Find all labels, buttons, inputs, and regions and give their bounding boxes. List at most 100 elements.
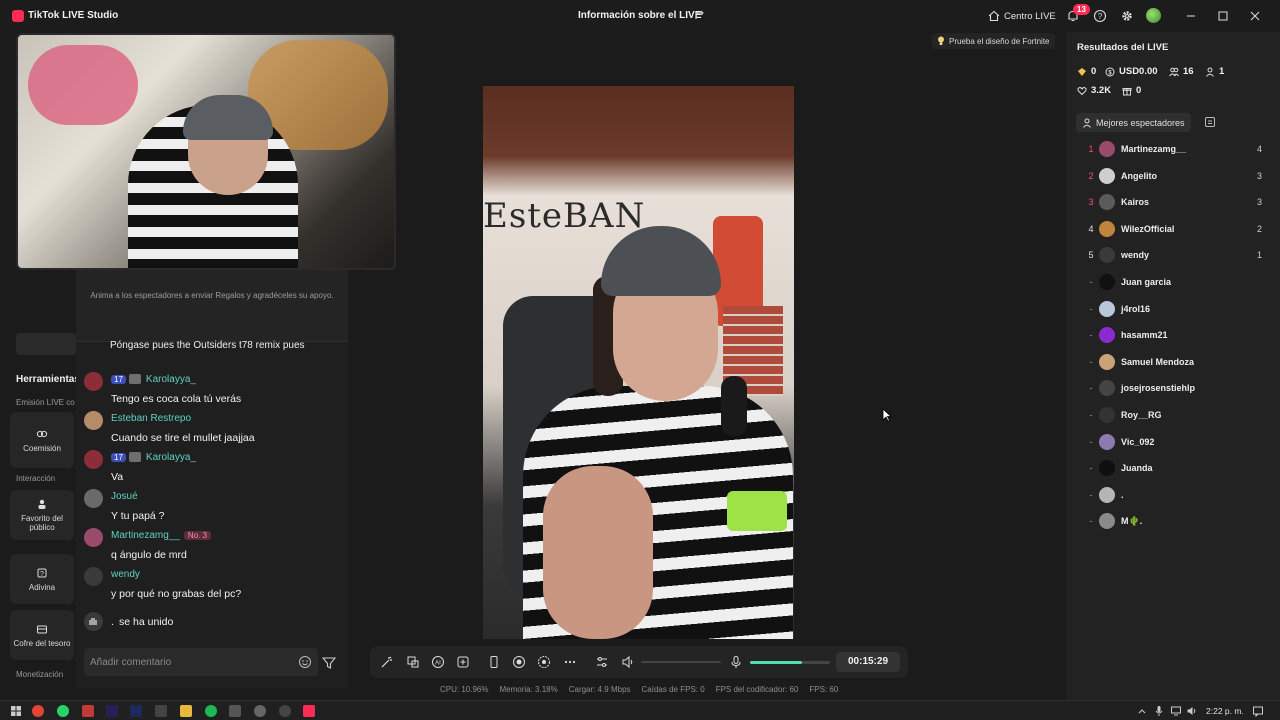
microphone-icon[interactable] xyxy=(729,655,743,669)
viewer-name: josejrosenstiehlp xyxy=(1121,383,1196,394)
viewer-score: 1 xyxy=(1256,250,1262,261)
emoji-icon[interactable] xyxy=(298,655,312,669)
microphone-tray-icon[interactable] xyxy=(1153,705,1165,717)
viewer-row[interactable]: -. xyxy=(1066,486,1280,506)
speaker-icon[interactable] xyxy=(621,655,635,669)
sliders-icon[interactable] xyxy=(595,655,609,669)
viewer-name: Kairos xyxy=(1121,197,1150,208)
file-explorer-icon[interactable] xyxy=(180,705,192,717)
best-viewers-tab[interactable]: Mejores espectadores xyxy=(1076,113,1191,132)
stat-caidas: Caídas de FPS: 0 xyxy=(641,685,705,694)
wall-graffiti-text: EsteBAN xyxy=(483,196,646,236)
viewer-name: wendy xyxy=(1121,250,1150,261)
tool-cofre[interactable]: Cofre del tesoro xyxy=(10,610,74,660)
live-info-title[interactable]: Información sobre el LIVE xyxy=(578,10,701,21)
viewer-row[interactable]: - M🌵. xyxy=(1066,512,1280,532)
viewer-row[interactable]: - j4rol16 xyxy=(1066,300,1280,320)
mic-volume-slider[interactable] xyxy=(750,661,830,664)
minimize-icon[interactable] xyxy=(1184,9,1198,23)
viewer-row[interactable]: 3 Kairos 3 xyxy=(1066,193,1280,213)
viewer-row[interactable]: 5 wendy 1 xyxy=(1066,246,1280,266)
tool-label: Cofre del tesoro xyxy=(13,638,71,648)
avatar xyxy=(1099,460,1115,477)
wave-hand-icon xyxy=(84,612,103,631)
viewer-rank: - xyxy=(1089,356,1093,367)
gift-icon xyxy=(1122,87,1132,95)
share-icon[interactable] xyxy=(694,9,706,21)
fortnite-tip[interactable]: Prueba el diseño de Fortnite xyxy=(932,33,1055,49)
viewer-row[interactable]: 1 Martinezamg__ 4 xyxy=(1066,140,1280,160)
obs-icon[interactable] xyxy=(279,705,291,717)
stat-usd: $ USD0.00 xyxy=(1105,66,1158,77)
speaker-volume-slider[interactable] xyxy=(641,661,721,663)
record-icon[interactable] xyxy=(512,655,526,669)
maximize-icon[interactable] xyxy=(1216,9,1230,23)
magic-wand-icon[interactable] xyxy=(380,655,394,669)
chevron-up-icon[interactable] xyxy=(1136,705,1148,717)
viewer-row[interactable]: - hasamm21 xyxy=(1066,326,1280,346)
help-icon[interactable]: ? xyxy=(1093,9,1107,23)
spotify-icon[interactable] xyxy=(205,705,217,717)
whatsapp-icon[interactable] xyxy=(57,705,69,717)
emision-label: Emisión LIVE co xyxy=(16,398,75,407)
filter-icon[interactable] xyxy=(322,656,336,670)
tool-favorito[interactable]: Favorito del público xyxy=(10,490,74,540)
tool-adivina[interactable]: ? Adivina xyxy=(10,554,74,604)
chat-tip-box: Anima a los espectadores a enviar Regalo… xyxy=(76,270,348,342)
svg-text:?: ? xyxy=(1098,12,1103,21)
viewer-rank: 1 xyxy=(1088,144,1094,154)
notifications-icon[interactable] xyxy=(1252,705,1264,717)
chat-username: Esteban Restrepo xyxy=(111,413,192,424)
viewer-row[interactable]: - Vic_092 xyxy=(1066,433,1280,453)
tiktok-live-studio-icon[interactable] xyxy=(303,705,315,717)
layout-icon[interactable] xyxy=(406,655,420,669)
stat-memoria: Memoria: 3.18% xyxy=(499,685,558,694)
after-effects-icon[interactable] xyxy=(130,705,142,717)
premiere-icon[interactable] xyxy=(106,705,118,717)
viewer-row[interactable]: - josejrosenstiehlp xyxy=(1066,379,1280,399)
camera-preview[interactable] xyxy=(16,33,396,270)
volume-icon[interactable] xyxy=(1186,705,1198,717)
app-icon[interactable] xyxy=(82,705,94,717)
live-video-preview[interactable]: EsteBAN xyxy=(483,86,794,639)
chat-username: Karolayya_ xyxy=(145,374,196,385)
app-title: TikTok LIVE Studio xyxy=(28,10,119,21)
live-center-label: Centro LIVE xyxy=(1004,10,1056,22)
portrait-mode-icon[interactable] xyxy=(487,655,501,669)
gear-icon[interactable] xyxy=(1120,9,1134,23)
add-source-icon[interactable] xyxy=(456,655,470,669)
viewer-row[interactable]: - Samuel Mendoza xyxy=(1066,353,1280,373)
streamer-arm xyxy=(543,466,653,639)
notification-badge: 13 xyxy=(1073,4,1090,15)
viewer-row[interactable]: 4 WilezOfficial 2 xyxy=(1066,220,1280,240)
more-options-icon[interactable] xyxy=(563,655,577,669)
tools-sidebar: Herramientas Emisión LIVE co Coemisión I… xyxy=(0,360,80,700)
chat-text: Cuando se tire el mullet jaajjaa xyxy=(111,432,255,444)
app-icon[interactable] xyxy=(155,705,167,717)
app-icon[interactable] xyxy=(254,705,266,717)
chrome-icon[interactable] xyxy=(32,705,44,717)
chat-tip-text: Anima a los espectadores a enviar Regalo… xyxy=(90,291,334,300)
list-icon[interactable] xyxy=(1204,116,1216,128)
app-icon[interactable] xyxy=(229,705,241,717)
comment-input[interactable] xyxy=(90,654,290,670)
viewer-row[interactable]: - Roy__RG xyxy=(1066,406,1280,426)
avatar xyxy=(84,372,103,391)
side-button[interactable] xyxy=(16,333,76,355)
camera-settings-icon[interactable] xyxy=(537,655,551,669)
viewer-row[interactable]: 2 Angelito 3 xyxy=(1066,167,1280,187)
person-icon xyxy=(1083,118,1091,128)
viewer-row[interactable]: - Juanda xyxy=(1066,459,1280,479)
viewer-row[interactable]: - Juan garcia xyxy=(1066,273,1280,293)
close-icon[interactable] xyxy=(1248,9,1262,23)
tool-coemision[interactable]: Coemisión xyxy=(10,412,74,468)
best-viewers-label: Mejores espectadores xyxy=(1096,117,1185,128)
viewer-rank: - xyxy=(1089,410,1093,420)
avatar xyxy=(1099,380,1115,397)
windows-start-icon[interactable] xyxy=(10,705,22,717)
ai-effects-icon[interactable]: AI xyxy=(431,655,445,669)
viewer-score: 3 xyxy=(1256,170,1262,181)
profile-avatar[interactable] xyxy=(1146,8,1161,23)
network-icon[interactable] xyxy=(1170,705,1182,717)
live-center-button[interactable]: Centro LIVE xyxy=(988,8,1056,24)
